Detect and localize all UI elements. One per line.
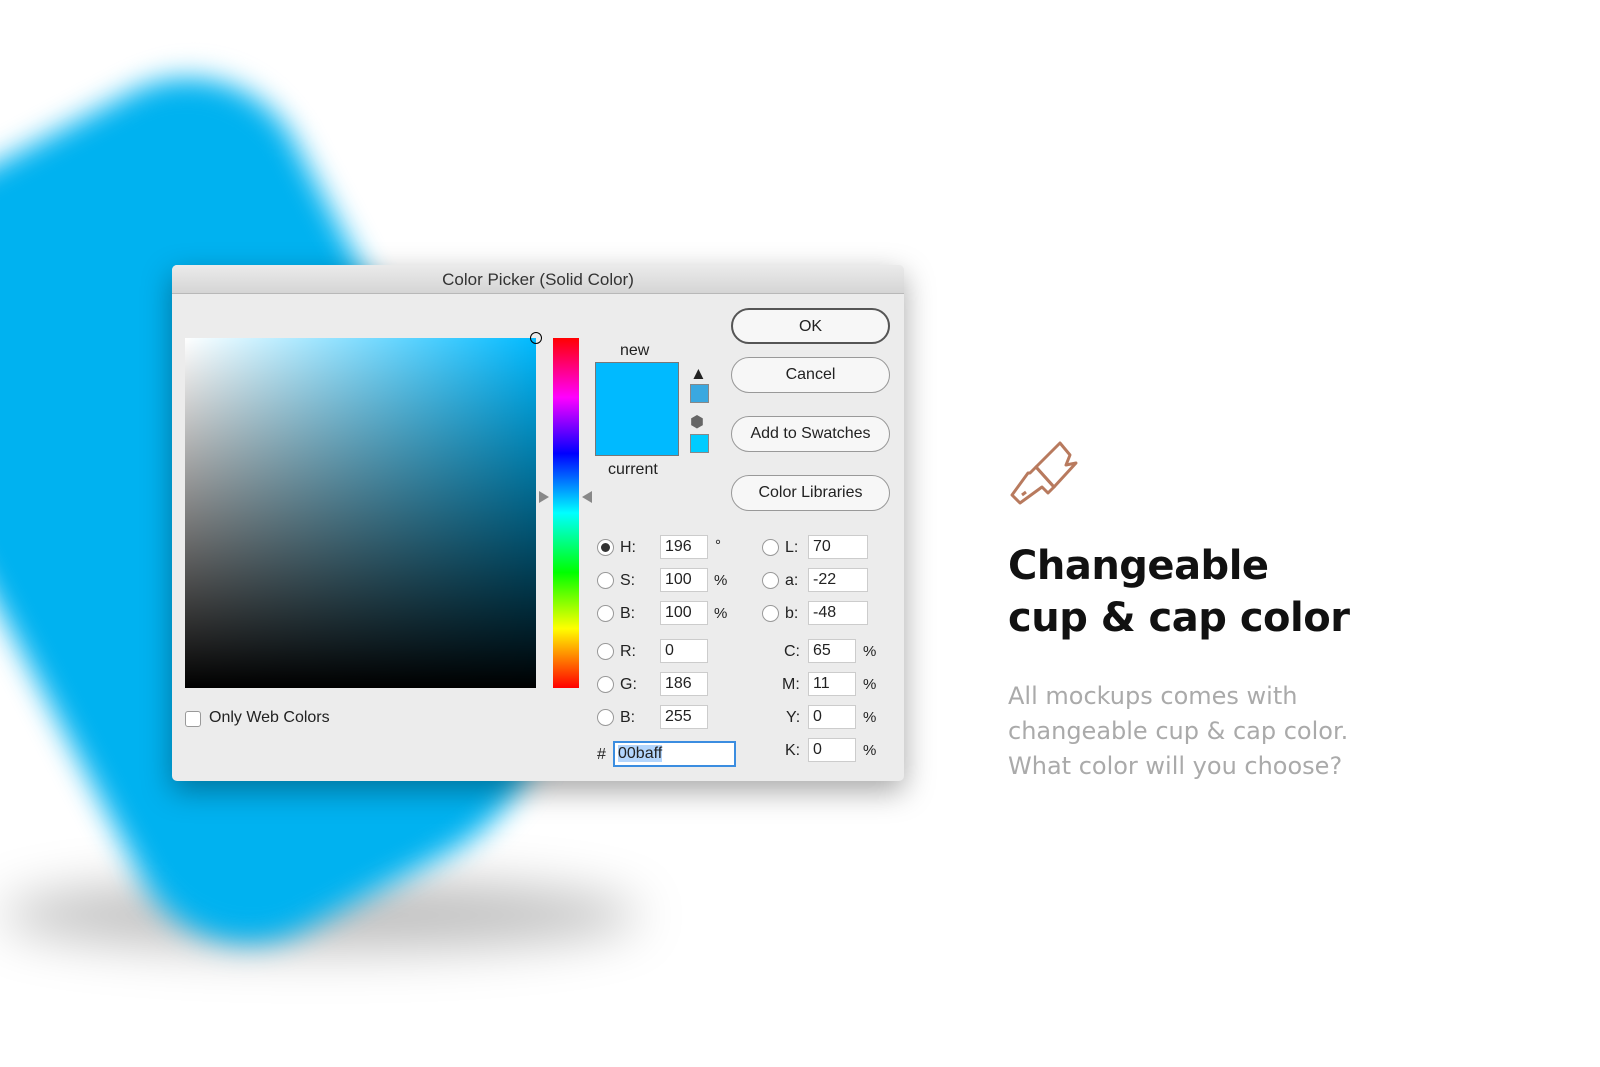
label-s: S: <box>620 572 636 589</box>
label-k: K: <box>785 742 801 759</box>
unit-h: ° <box>715 537 721 554</box>
radio-brightness[interactable] <box>597 605 614 622</box>
input-c[interactable]: 65 <box>808 639 856 663</box>
input-r[interactable]: 0 <box>660 639 708 663</box>
paintbrush-icon <box>1010 441 1078 505</box>
label-blue: B: <box>620 709 636 726</box>
web-safe-swatch[interactable] <box>690 434 709 453</box>
gamut-warning-swatch[interactable] <box>690 384 709 403</box>
ok-button[interactable]: OK <box>731 308 890 344</box>
new-current-swatch <box>595 362 679 456</box>
hex-label: # <box>597 746 606 763</box>
unit-k: % <box>863 742 877 759</box>
only-web-colors-label: Only Web Colors <box>209 709 330 726</box>
only-web-colors-checkbox[interactable] <box>185 711 201 727</box>
input-blue[interactable]: 255 <box>660 705 708 729</box>
radio-lab-b[interactable] <box>762 605 779 622</box>
input-lab-b[interactable]: -48 <box>808 601 868 625</box>
hex-input[interactable]: 00baff <box>613 741 736 767</box>
label-g: G: <box>620 676 637 693</box>
input-s[interactable]: 100 <box>660 568 708 592</box>
label-lab-b: b: <box>785 605 799 622</box>
new-label: new <box>620 342 650 359</box>
promo-text-line1: All mockups comes with <box>1008 682 1298 710</box>
unit-brightness: % <box>714 605 728 622</box>
input-l[interactable]: 70 <box>808 535 868 559</box>
hue-slider-handle-left[interactable] <box>539 491 549 503</box>
radio-s[interactable] <box>597 572 614 589</box>
unit-m: % <box>863 676 877 693</box>
radio-r[interactable] <box>597 643 614 660</box>
promo-text-line3: What color will you choose? <box>1008 752 1343 780</box>
dialog-title: Color Picker (Solid Color) <box>172 265 904 294</box>
radio-h[interactable] <box>597 539 614 556</box>
label-c: C: <box>784 643 800 660</box>
field-cursor[interactable] <box>530 332 542 344</box>
radio-a[interactable] <box>762 572 779 589</box>
input-k[interactable]: 0 <box>808 738 856 762</box>
label-r: R: <box>620 643 636 660</box>
hex-value: 00baff <box>618 745 663 762</box>
input-a[interactable]: -22 <box>808 568 868 592</box>
color-libraries-button[interactable]: Color Libraries <box>731 475 890 511</box>
add-to-swatches-button[interactable]: Add to Swatches <box>731 416 890 452</box>
input-y[interactable]: 0 <box>808 705 856 729</box>
label-m: M: <box>782 676 800 693</box>
cancel-button[interactable]: Cancel <box>731 357 890 393</box>
hue-slider[interactable] <box>553 338 579 688</box>
label-l: L: <box>785 539 799 556</box>
color-picker-dialog: Color Picker (Solid Color) new current ▲… <box>172 265 904 781</box>
hue-slider-handle-right[interactable] <box>582 491 592 503</box>
unit-s: % <box>714 572 728 589</box>
saturation-brightness-field[interactable] <box>185 332 542 688</box>
unit-c: % <box>863 643 877 660</box>
input-brightness[interactable]: 100 <box>660 601 708 625</box>
promo-title-line1: Changeable <box>1008 543 1269 589</box>
input-m[interactable]: 11 <box>808 672 856 696</box>
label-y: Y: <box>786 709 801 726</box>
unit-y: % <box>863 709 877 726</box>
input-h[interactable]: 196 <box>660 535 708 559</box>
cube-icon[interactable]: ⬢ <box>690 412 704 432</box>
radio-blue[interactable] <box>597 709 614 726</box>
input-g[interactable]: 186 <box>660 672 708 696</box>
promo-title-line2: cup & cap color <box>1008 595 1350 641</box>
radio-l[interactable] <box>762 539 779 556</box>
label-a: a: <box>785 572 799 589</box>
label-h: H: <box>620 539 636 556</box>
promo-text-line2: changeable cup & cap color. <box>1008 717 1349 745</box>
current-label: current <box>608 461 658 478</box>
label-brightness: B: <box>620 605 636 622</box>
warning-icon[interactable]: ▲ <box>690 364 707 384</box>
radio-g[interactable] <box>597 676 614 693</box>
